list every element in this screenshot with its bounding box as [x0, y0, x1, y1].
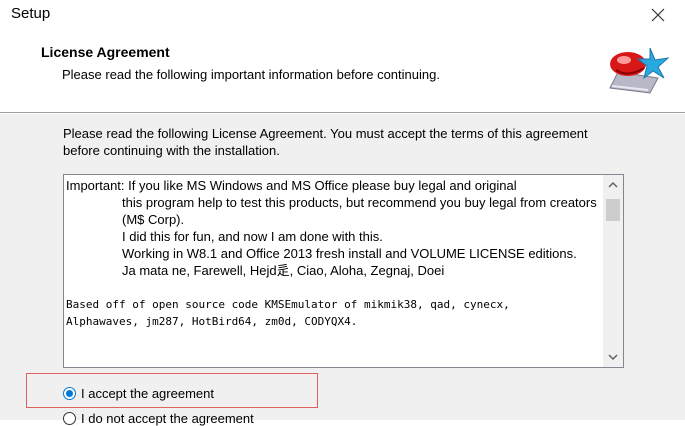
decline-label[interactable]: I do not accept the agreement [81, 411, 254, 426]
license-line: this program help to test this products,… [122, 195, 597, 227]
wizard-header: License Agreement Please read the follow… [0, 30, 685, 112]
decline-option[interactable]: I do not accept the agreement [63, 411, 254, 426]
scrollbar-thumb[interactable] [606, 199, 620, 221]
license-line: Working in W8.1 and Office 2013 fresh in… [122, 246, 577, 261]
license-line: Based off of open source code KMSEmulato… [66, 298, 510, 311]
license-line: Important: If you like MS Windows and MS… [66, 178, 517, 193]
license-line: I did this for fun, and now I am done wi… [122, 229, 383, 244]
intro-text: Please read the following License Agreem… [63, 126, 588, 158]
license-scrollbar[interactable] [603, 175, 623, 367]
license-text: Important: If you like MS Windows and MS… [66, 177, 599, 330]
decline-radio[interactable] [63, 412, 76, 425]
license-textbox[interactable]: Important: If you like MS Windows and MS… [63, 174, 624, 368]
close-icon[interactable] [641, 2, 675, 28]
window-title: Setup [11, 5, 51, 22]
accept-label[interactable]: I accept the agreement [81, 386, 214, 401]
license-line: Ja mata ne, Farewell, Hejd辵, Ciao, Aloha… [122, 263, 445, 278]
title-bar: Setup [0, 0, 685, 30]
scroll-down-icon[interactable] [603, 347, 623, 367]
wizard-body: Please read the following License Agreem… [0, 114, 685, 426]
page-title: License Agreement [41, 44, 170, 60]
license-spacer [66, 279, 599, 296]
page-subtitle: Please read the following important info… [62, 67, 440, 82]
accept-radio[interactable] [63, 387, 76, 400]
accept-option[interactable]: I accept the agreement [63, 386, 214, 401]
scroll-up-icon[interactable] [603, 175, 623, 195]
license-line: Alphawaves, jm287, HotBird64, zm0d, CODY… [66, 315, 358, 328]
setup-logo-icon [598, 38, 678, 98]
